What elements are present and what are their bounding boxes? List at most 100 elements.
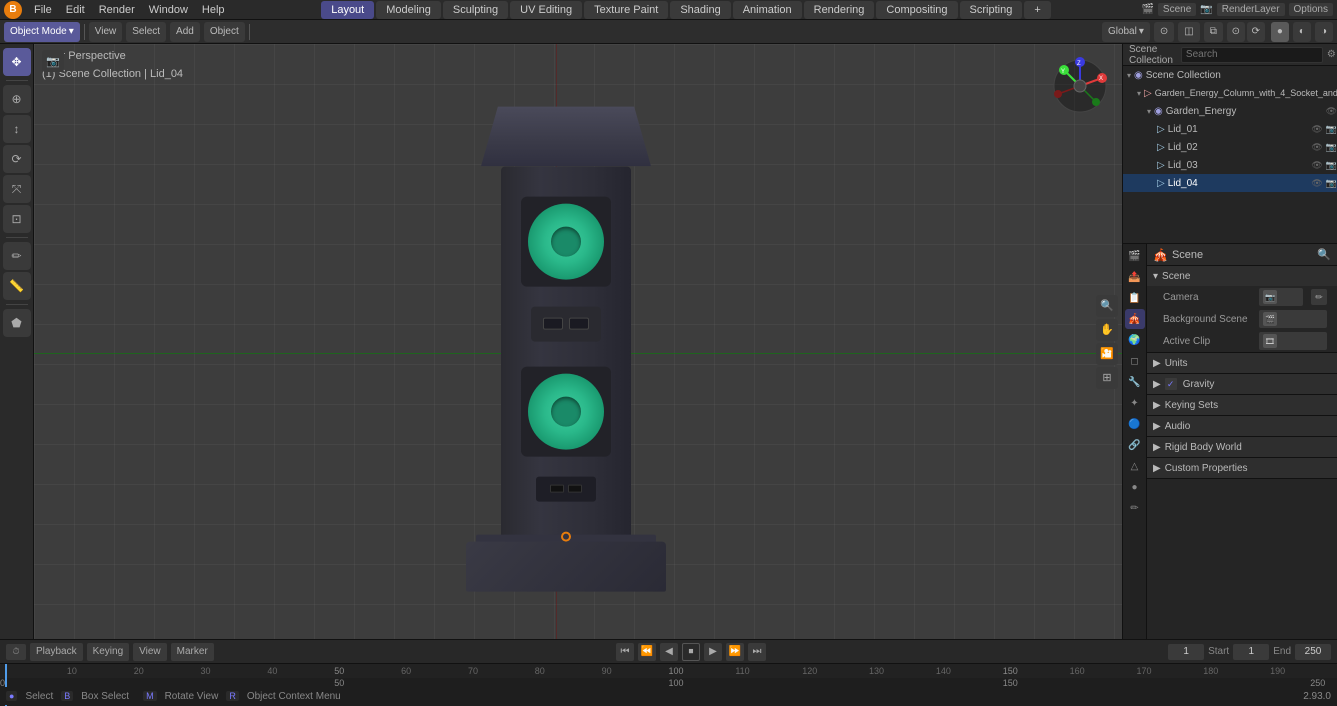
fly-btn[interactable]: 🎦: [1096, 343, 1118, 365]
view-menu[interactable]: View: [89, 22, 123, 42]
outliner-item-scene-collection[interactable]: ▾ ◉ Scene Collection: [1123, 66, 1337, 84]
gravity-section-header[interactable]: ▶ ✓ Gravity: [1147, 374, 1337, 394]
prop-constraints-tab[interactable]: 🔗: [1125, 435, 1145, 455]
renderlayer-selector[interactable]: RenderLayer: [1217, 3, 1285, 16]
prop-scene-tab[interactable]: 🎪: [1125, 309, 1145, 329]
end-frame-input[interactable]: 250: [1295, 644, 1331, 660]
lid01-vis[interactable]: 👁: [1311, 124, 1322, 135]
gravity-checkbox[interactable]: ✓: [1165, 378, 1177, 390]
hide-icon[interactable]: 👁: [1326, 106, 1337, 117]
menu-help[interactable]: Help: [196, 1, 231, 19]
rotate-tool[interactable]: ⟳: [3, 145, 31, 173]
scale-tool[interactable]: ⤧: [3, 175, 31, 203]
current-frame-display[interactable]: 1: [1168, 644, 1204, 660]
keying-sets-header[interactable]: ▶ Keying Sets: [1147, 395, 1337, 415]
outliner-item-lid04[interactable]: ▷ Lid_04 👁 📷: [1123, 174, 1337, 192]
lid01-render[interactable]: 📷: [1326, 124, 1337, 135]
search-props-icon[interactable]: 🔍: [1317, 248, 1331, 261]
tab-compositing[interactable]: Compositing: [876, 1, 957, 19]
active-clip-value[interactable]: 🎞: [1259, 332, 1327, 350]
prop-freestyle-tab[interactable]: ✏: [1125, 498, 1145, 518]
prop-object-tab[interactable]: ◻: [1125, 351, 1145, 371]
prev-frame-btn[interactable]: ◀: [660, 643, 678, 661]
overlay-btn[interactable]: ⊙: [1227, 22, 1245, 42]
menu-file[interactable]: File: [28, 1, 58, 19]
viewport-shading-material[interactable]: ◐: [1293, 22, 1311, 42]
tab-rendering[interactable]: Rendering: [804, 1, 875, 19]
xray-btn[interactable]: ⟳: [1247, 22, 1265, 42]
menu-render[interactable]: Render: [93, 1, 141, 19]
object-menu[interactable]: Object: [204, 22, 245, 42]
view-all-btn[interactable]: ⊞: [1096, 367, 1118, 389]
tab-animation[interactable]: Animation: [733, 1, 802, 19]
global-space-selector[interactable]: Global ▾: [1102, 22, 1150, 42]
proportional-edit-btn[interactable]: ⧉: [1204, 22, 1223, 42]
viewport-3d[interactable]: User Perspective (1) Scene Collection | …: [34, 44, 1122, 639]
rigid-body-world-header[interactable]: ▶ Rigid Body World: [1147, 437, 1337, 457]
camera-edit-btn[interactable]: ✏: [1311, 289, 1327, 305]
prop-modifier-tab[interactable]: 🔧: [1125, 372, 1145, 392]
lid02-vis[interactable]: 👁: [1311, 142, 1322, 153]
lid03-render[interactable]: 📷: [1326, 160, 1337, 171]
prop-view-layer-tab[interactable]: 📋: [1125, 288, 1145, 308]
scene-selector[interactable]: Scene: [1158, 3, 1196, 16]
playback-btn[interactable]: Playback: [30, 643, 83, 661]
menu-window[interactable]: Window: [143, 1, 194, 19]
select-menu[interactable]: Select: [126, 22, 166, 42]
lid04-vis[interactable]: 👁: [1311, 178, 1322, 189]
add-cube-tool[interactable]: ⬟: [3, 309, 31, 337]
prop-render-tab[interactable]: 🎬: [1125, 246, 1145, 266]
options-btn[interactable]: Options: [1289, 3, 1333, 16]
view-btn[interactable]: View: [133, 643, 167, 661]
prop-particles-tab[interactable]: ✦: [1125, 393, 1145, 413]
camera-value[interactable]: 📷: [1259, 288, 1303, 306]
transform-tool[interactable]: ⊡: [3, 205, 31, 233]
menu-edit[interactable]: Edit: [60, 1, 91, 19]
custom-props-header[interactable]: ▶ Custom Properties: [1147, 458, 1337, 478]
object-mode-selector[interactable]: Object Mode ▾: [4, 22, 80, 42]
jump-start-btn[interactable]: ⏮: [616, 643, 634, 661]
viewport-shading-render[interactable]: ◑: [1315, 22, 1333, 42]
next-frame-btn[interactable]: ⏩: [726, 643, 744, 661]
prop-physics-tab[interactable]: 🔵: [1125, 414, 1145, 434]
cursor-tool[interactable]: ⊕: [3, 85, 31, 113]
move-tool[interactable]: ↕: [3, 115, 31, 143]
viewport-shading-solid[interactable]: ●: [1271, 22, 1289, 42]
tab-shading[interactable]: Shading: [670, 1, 730, 19]
filter-icon[interactable]: ⚙: [1327, 49, 1336, 60]
outliner-item-lid01[interactable]: ▷ Lid_01 👁 📷: [1123, 120, 1337, 138]
viewport-camera-btn[interactable]: 📷: [42, 50, 64, 72]
tab-layout[interactable]: Layout: [321, 1, 374, 19]
scene-section-header[interactable]: ▾ Scene: [1147, 266, 1337, 286]
tab-texture-paint[interactable]: Texture Paint: [584, 1, 668, 19]
pan-btn[interactable]: ✋: [1096, 319, 1118, 341]
tab-sculpting[interactable]: Sculpting: [443, 1, 508, 19]
measure-tool[interactable]: 📏: [3, 272, 31, 300]
tab-scripting[interactable]: Scripting: [960, 1, 1023, 19]
add-menu[interactable]: Add: [170, 22, 200, 42]
bg-scene-value[interactable]: 🎬: [1259, 310, 1327, 328]
tab-modeling[interactable]: Modeling: [376, 1, 441, 19]
play-btn[interactable]: ▶: [704, 643, 722, 661]
jump-end-btn[interactable]: ⏭: [748, 643, 766, 661]
jump-prev-keyframe-btn[interactable]: ⏪: [638, 643, 656, 661]
keying-btn[interactable]: Keying: [87, 643, 130, 661]
navigation-gizmo[interactable]: X Y Z: [1050, 56, 1110, 116]
stop-btn[interactable]: ⏹: [682, 643, 700, 661]
outliner-item-lid02[interactable]: ▷ Lid_02 👁 📷: [1123, 138, 1337, 156]
audio-section-header[interactable]: ▶ Audio: [1147, 416, 1337, 436]
lid03-vis[interactable]: 👁: [1311, 160, 1322, 171]
pivot-point-btn[interactable]: ⊙: [1154, 22, 1174, 42]
prop-world-tab[interactable]: 🌍: [1125, 330, 1145, 350]
zoom-btn[interactable]: 🔍: [1096, 295, 1118, 317]
prop-material-tab[interactable]: ●: [1125, 477, 1145, 497]
timeline-mode-btn[interactable]: ⏱: [6, 644, 26, 660]
start-frame-input[interactable]: 1: [1233, 644, 1269, 660]
annotate-tool[interactable]: ✏: [3, 242, 31, 270]
select-tool[interactable]: ✥: [3, 48, 31, 76]
prop-data-tab[interactable]: △: [1125, 456, 1145, 476]
tab-uv-editing[interactable]: UV Editing: [510, 1, 582, 19]
snap-btn[interactable]: ◫: [1178, 22, 1199, 42]
lid02-render[interactable]: 📷: [1326, 142, 1337, 153]
outliner-item-lid03[interactable]: ▷ Lid_03 👁 📷: [1123, 156, 1337, 174]
